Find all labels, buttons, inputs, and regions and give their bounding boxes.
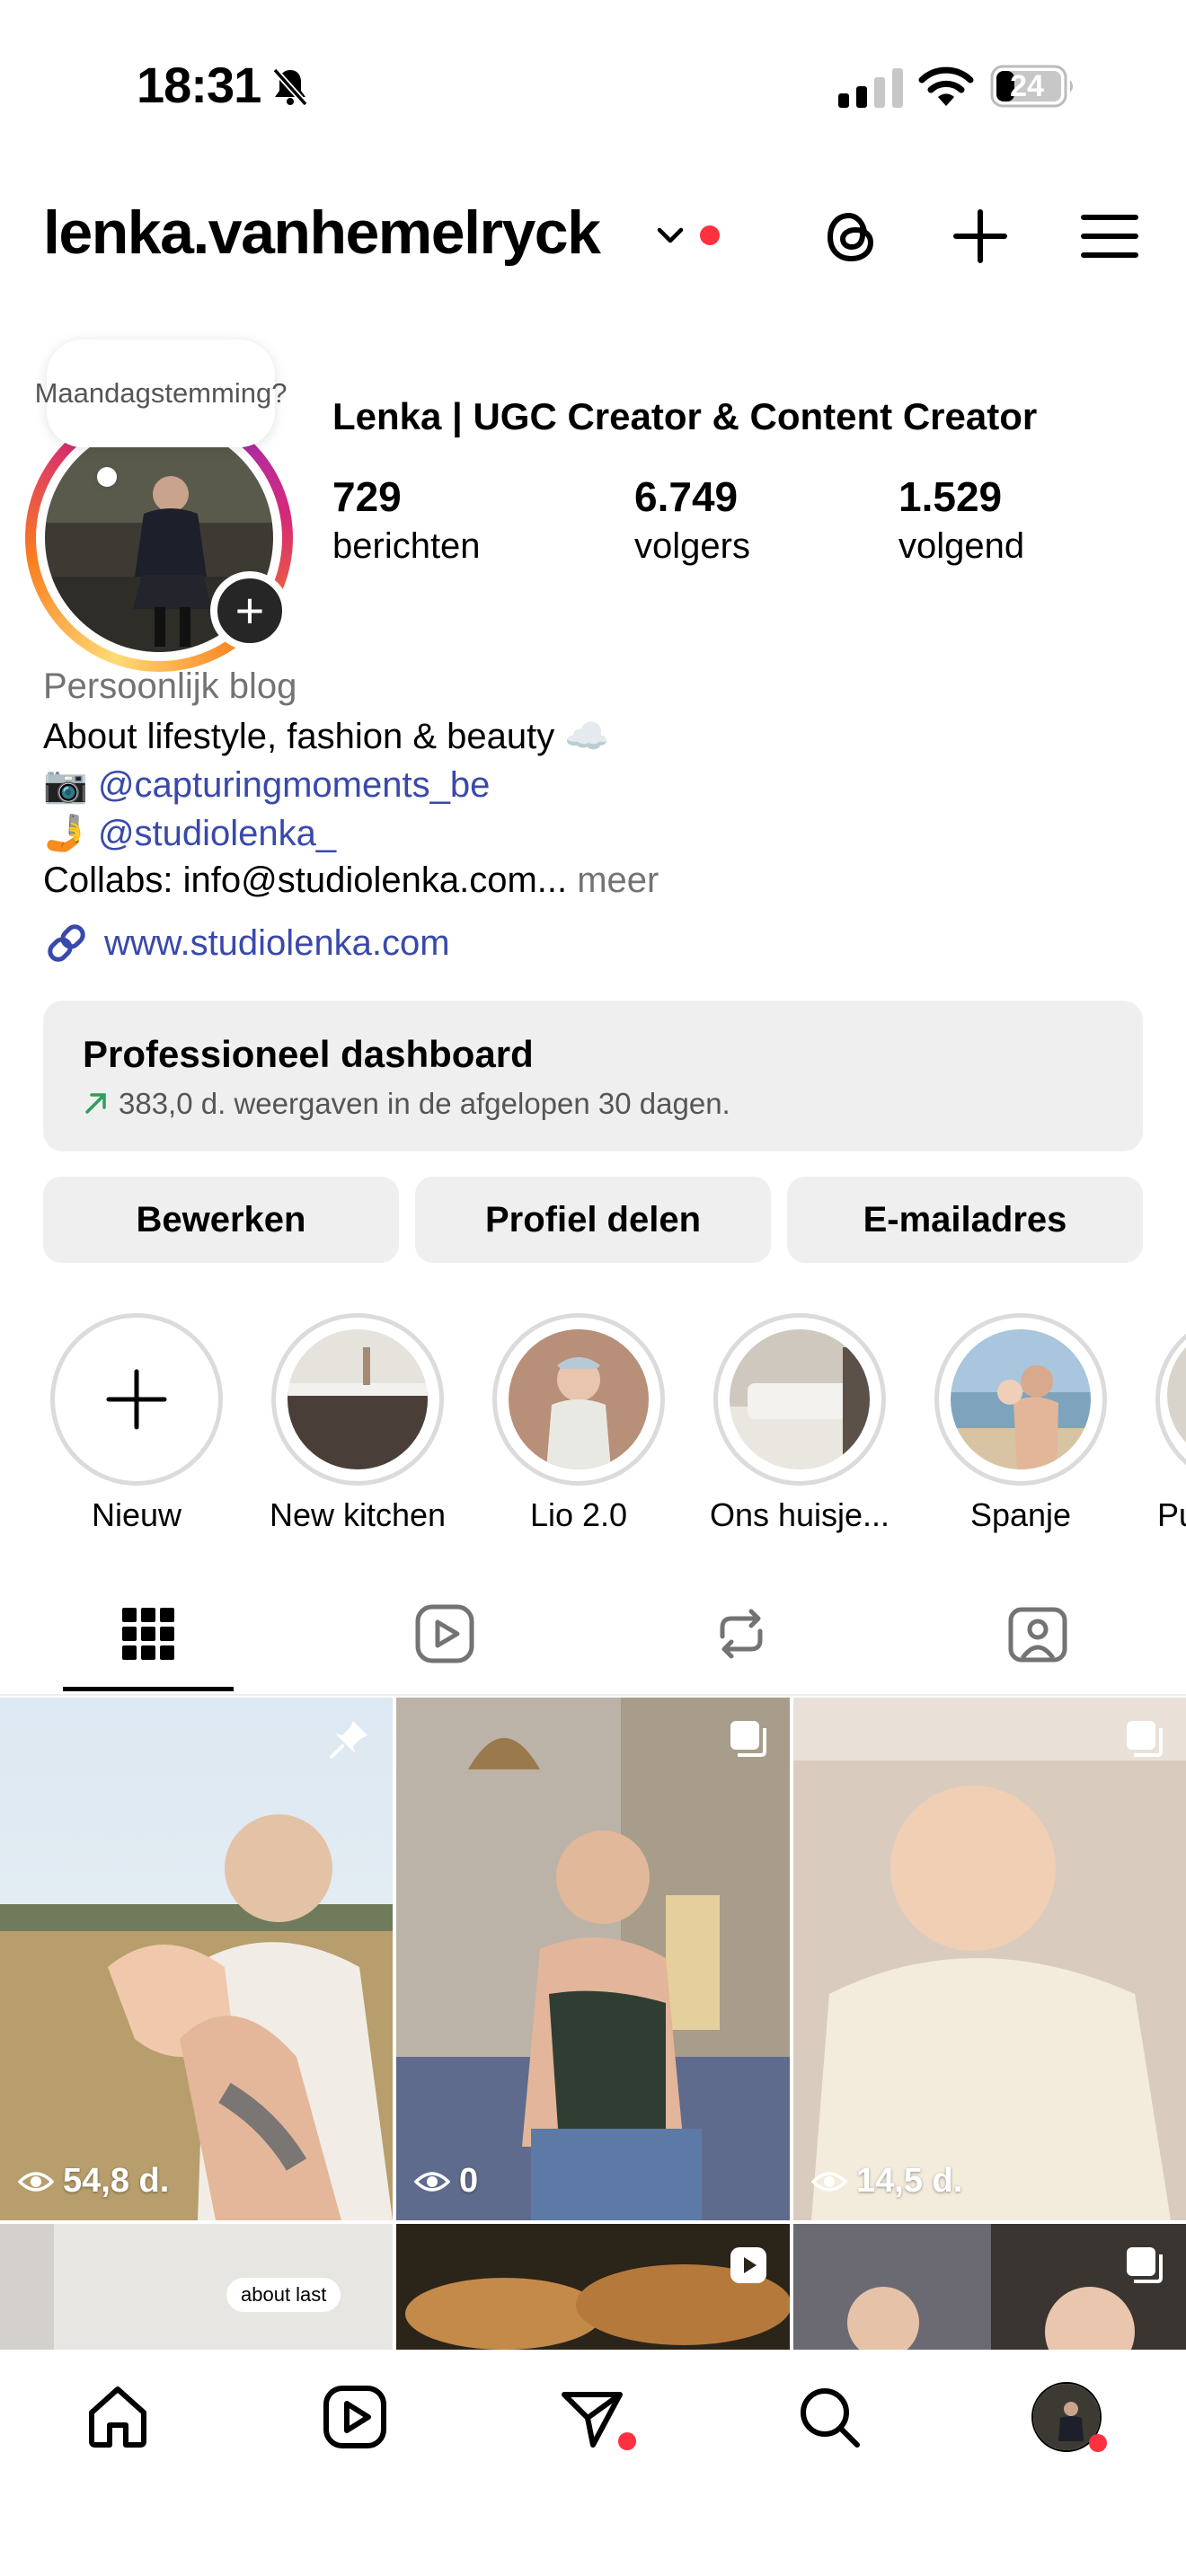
username-switcher[interactable]: lenka.vanhemelryck <box>43 198 601 268</box>
carousel-icon <box>1127 2247 1163 2283</box>
post-views-count: 0 <box>459 2162 479 2200</box>
stat-following-count[interactable]: 1.529 <box>898 472 1002 521</box>
battery-level: 24 <box>1010 68 1044 103</box>
bio-mention-studiolenka[interactable]: @studiolenka_ <box>98 814 336 853</box>
dashboard-title: Professioneel dashboard <box>83 1033 534 1075</box>
home-icon[interactable] <box>83 2382 153 2452</box>
professional-dashboard[interactable]: Professioneel dashboard 383,0 d. weergav… <box>43 1001 1143 1151</box>
highlight-spanje[interactable] <box>934 1313 1107 1486</box>
chevron-down-icon[interactable] <box>652 217 688 253</box>
post-tile[interactable]: 54,8 d. <box>0 1698 393 2220</box>
post-tile[interactable]: about last <box>0 2224 393 2350</box>
stat-followers-count[interactable]: 6.749 <box>634 472 738 521</box>
post-tile[interactable] <box>396 2224 790 2350</box>
grid-tab-icon[interactable] <box>117 1602 180 1665</box>
trend-up-arrow-icon <box>85 1093 106 1114</box>
highlight-label-ons-huisje: Ons huisje... <box>709 1496 890 1533</box>
direct-messages-icon[interactable] <box>557 2382 627 2452</box>
profile-note-bubble[interactable]: Maandagstemming? <box>35 340 287 447</box>
selfie-emoji: 🤳 <box>43 814 88 853</box>
messages-notification-dot <box>618 2432 636 2450</box>
reels-nav-icon[interactable] <box>320 2382 390 2452</box>
profile-display-name: Lenka | UGC Creator & Content Creator <box>332 395 1038 437</box>
post-sticker-text: about last <box>226 2278 341 2312</box>
profile-notification-dot <box>1089 2434 1107 2452</box>
tabs-divider <box>0 1694 1186 1696</box>
add-story-button[interactable]: + <box>210 571 289 650</box>
reel-icon <box>730 2247 766 2283</box>
views-eye-icon <box>414 2171 450 2192</box>
dashboard-subtitle: 383,0 d. weergaven in de afgelopen 30 da… <box>119 1087 730 1120</box>
pin-icon <box>330 1721 367 1759</box>
highlight-label-new-kitchen: New kitchen <box>269 1496 447 1533</box>
post-views-count: 14,5 d. <box>856 2162 963 2200</box>
highlight-lio[interactable] <box>492 1313 665 1486</box>
highlight-new-kitchen[interactable] <box>271 1313 444 1486</box>
bell-muted-icon <box>272 67 308 107</box>
carousel-icon <box>1127 1721 1163 1757</box>
website-link[interactable]: www.studiolenka.com <box>104 923 450 964</box>
camera-emoji: 📷 <box>43 765 88 805</box>
share-profile-button[interactable]: Profiel delen <box>415 1177 771 1263</box>
highlight-label-spanje: Spanje <box>969 1496 1072 1533</box>
link-icon <box>48 924 85 962</box>
active-tab-indicator <box>63 1687 234 1691</box>
menu-hamburger-icon[interactable] <box>1078 205 1141 268</box>
stat-posts-count[interactable]: 729 <box>332 472 402 521</box>
tagged-tab-icon[interactable] <box>1006 1602 1069 1665</box>
wifi-icon <box>918 66 974 106</box>
profile-category: Persoonlijk blog <box>43 666 297 706</box>
stat-followers-label[interactable]: volgers <box>634 526 750 567</box>
bio-more-link[interactable]: meer <box>577 860 659 900</box>
highlight-ons-huisje[interactable] <box>713 1313 886 1486</box>
threads-icon[interactable] <box>819 205 882 268</box>
highlight-label-lio: Lio 2.0 <box>529 1496 628 1533</box>
highlight-label-new: Nieuw <box>91 1496 182 1533</box>
battery-icon: 24 <box>990 65 1078 108</box>
note-bubble-tail <box>97 467 117 487</box>
reposts-tab-icon[interactable] <box>710 1602 773 1665</box>
views-eye-icon <box>811 2171 847 2192</box>
highlight-label-partial: Pu <box>1157 1496 1186 1533</box>
post-tile[interactable]: 0 <box>396 1698 790 2220</box>
bio-line: About lifestyle, fashion & beauty ☁️ <box>43 717 610 756</box>
cellular-signal-icon <box>838 68 903 108</box>
stat-following-label[interactable]: volgend <box>898 526 1024 567</box>
reels-tab-icon[interactable] <box>413 1602 476 1665</box>
bio-collab-text: Collabs: info@studiolenka.com... <box>43 860 568 900</box>
carousel-icon <box>730 1721 766 1757</box>
edit-profile-button[interactable]: Bewerken <box>43 1177 399 1263</box>
email-button[interactable]: E-mailadres <box>787 1177 1143 1263</box>
search-icon[interactable] <box>794 2382 864 2452</box>
bio-mention-capturingmoments[interactable]: @capturingmoments_be <box>98 765 490 805</box>
post-tile[interactable] <box>793 2224 1186 2350</box>
post-views-count: 54,8 d. <box>63 2162 170 2200</box>
notification-dot <box>700 225 720 245</box>
highlight-partial[interactable] <box>1155 1313 1186 1486</box>
plus-icon <box>106 1369 167 1430</box>
status-time: 18:31 <box>137 57 261 113</box>
post-tile[interactable]: 14,5 d. <box>793 1698 1186 2220</box>
highlight-new-button[interactable] <box>50 1313 223 1486</box>
views-eye-icon <box>18 2171 54 2192</box>
stat-posts-label[interactable]: berichten <box>332 526 481 567</box>
create-plus-icon[interactable] <box>949 205 1012 268</box>
